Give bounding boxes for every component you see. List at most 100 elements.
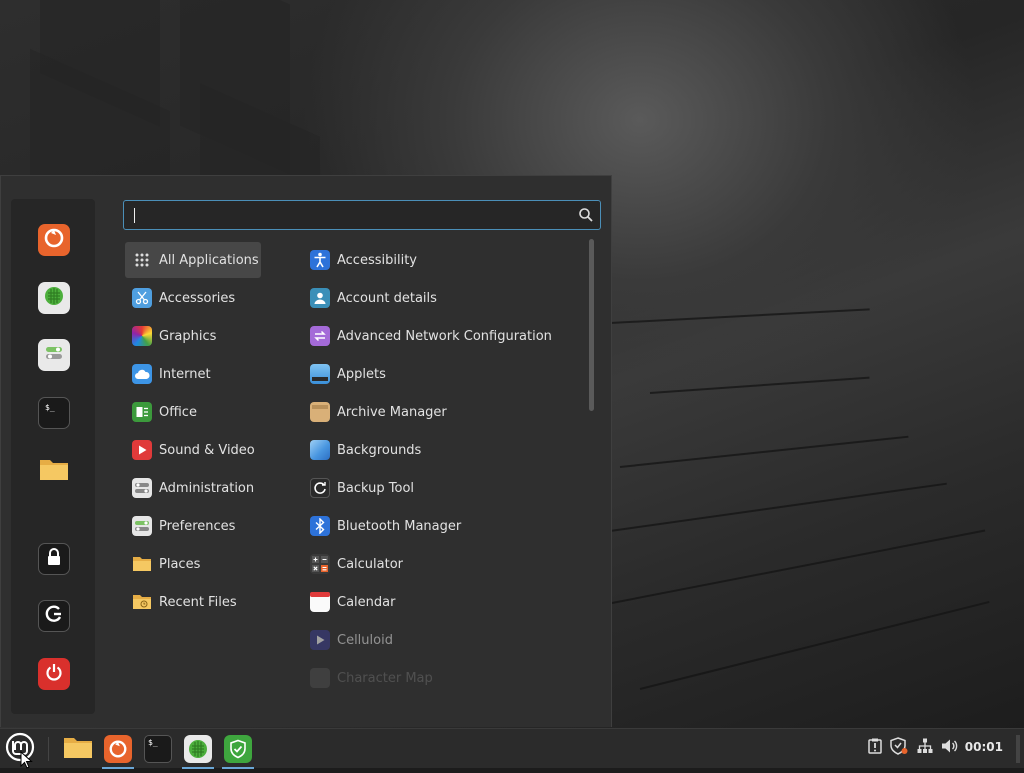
text-cursor [134, 208, 135, 223]
favorite-terminal[interactable]: $_ [38, 397, 70, 429]
recent-folder-icon [132, 592, 152, 612]
category-accessories[interactable]: Accessories [125, 280, 261, 316]
app-calendar[interactable]: Calendar [305, 584, 583, 620]
app-accessibility[interactable]: Accessibility [305, 242, 583, 278]
favorite-files[interactable] [38, 455, 70, 487]
app-celluloid[interactable]: Celluloid [305, 622, 583, 658]
web-browser-icon [43, 285, 65, 311]
category-office[interactable]: Office [125, 394, 261, 430]
office-icon [132, 402, 152, 422]
applets-icon [310, 364, 330, 384]
category-sound-video[interactable]: Sound & Video [125, 432, 261, 468]
network-config-icon [310, 326, 330, 346]
clock[interactable]: 00:01 [965, 740, 1003, 754]
cloud-icon [132, 364, 152, 384]
category-internet[interactable]: Internet [125, 356, 261, 392]
terminal-icon: $_ [43, 400, 65, 426]
lock-icon [43, 546, 65, 572]
firefox-icon [43, 227, 65, 253]
graphics-icon [132, 326, 152, 346]
app-list-scrollbar[interactable] [589, 239, 594, 411]
category-label: Accessories [159, 290, 236, 306]
category-label: Office [159, 404, 197, 420]
running-indicator [182, 767, 214, 769]
taskbar-web-browser[interactable] [180, 731, 216, 769]
tray-network[interactable] [916, 738, 934, 758]
app-account-details[interactable]: Account details [305, 280, 583, 316]
calendar-icon [310, 592, 330, 612]
app-backup-tool[interactable]: Backup Tool [305, 470, 583, 506]
alert-clipboard-icon [867, 738, 883, 758]
category-label: Graphics [159, 328, 217, 344]
backgrounds-icon [310, 440, 330, 460]
folder-icon [63, 734, 93, 764]
terminal-icon: $_ [144, 735, 172, 763]
celluloid-icon [310, 630, 330, 650]
category-label: Administration [159, 480, 255, 496]
application-menu: $_ All Applications Accessories Graphics… [0, 175, 612, 727]
folder-icon [132, 554, 152, 574]
running-indicator [222, 767, 254, 769]
app-archive-manager[interactable]: Archive Manager [305, 394, 583, 430]
app-character-map[interactable]: Character Map [305, 660, 583, 696]
logout-icon [43, 603, 65, 629]
tray-notifications[interactable] [866, 738, 884, 758]
favorite-settings[interactable] [38, 339, 70, 371]
app-label: Celluloid [337, 632, 393, 648]
category-preferences[interactable]: Preferences [125, 508, 261, 544]
admin-icon [132, 478, 152, 498]
category-all-applications[interactable]: All Applications [125, 242, 261, 278]
character-map-icon [310, 668, 330, 688]
app-label: Archive Manager [337, 404, 447, 420]
app-label: Character Map [337, 670, 433, 686]
app-backgrounds[interactable]: Backgrounds [305, 432, 583, 468]
archive-icon [310, 402, 330, 422]
taskbar-separator [48, 737, 49, 761]
app-advanced-network-configuration[interactable]: Advanced Network Configuration [305, 318, 583, 354]
favorite-web-browser[interactable] [38, 282, 70, 314]
search-box[interactable] [123, 200, 601, 230]
taskbar-terminal[interactable]: $_ [140, 731, 176, 767]
web-browser-icon [184, 735, 212, 763]
app-applets[interactable]: Applets [305, 356, 583, 392]
preferences-icon [132, 516, 152, 536]
favorite-power[interactable] [38, 658, 70, 690]
taskbar-firefox[interactable] [100, 731, 136, 769]
bluetooth-icon [310, 516, 330, 536]
show-desktop-button[interactable] [1016, 735, 1020, 763]
app-label: Calculator [337, 556, 404, 572]
app-label: Backup Tool [337, 480, 415, 496]
grid-icon [132, 250, 152, 270]
shield-icon [224, 735, 252, 763]
category-administration[interactable]: Administration [125, 470, 261, 506]
taskbar: $_ 00:01 [0, 728, 1024, 769]
network-icon [917, 738, 933, 758]
taskbar-update-manager[interactable] [220, 731, 256, 769]
search-icon[interactable] [578, 207, 594, 223]
calculator-icon [310, 554, 330, 574]
shield-alert-icon [890, 737, 908, 759]
account-icon [310, 288, 330, 308]
power-icon [43, 661, 65, 687]
category-places[interactable]: Places [125, 546, 261, 582]
volume-icon [941, 738, 959, 758]
app-calculator[interactable]: Calculator [305, 546, 583, 582]
scissors-icon [132, 288, 152, 308]
favorite-firefox[interactable] [38, 224, 70, 256]
tray-update-manager[interactable] [890, 737, 908, 759]
favorite-lock-screen[interactable] [38, 543, 70, 575]
firefox-icon [104, 735, 132, 763]
app-label: Backgrounds [337, 442, 422, 458]
category-label: Recent Files [159, 594, 237, 610]
svg-text:$_: $_ [148, 738, 158, 747]
taskbar-files[interactable] [60, 731, 96, 767]
favorite-logout[interactable] [38, 600, 70, 632]
app-label: Applets [337, 366, 386, 382]
app-label: Bluetooth Manager [337, 518, 462, 534]
search-input[interactable] [130, 205, 574, 227]
category-graphics[interactable]: Graphics [125, 318, 261, 354]
tray-volume[interactable] [941, 739, 959, 757]
category-recent-files[interactable]: Recent Files [125, 584, 261, 620]
category-label: Preferences [159, 518, 236, 534]
app-bluetooth-manager[interactable]: Bluetooth Manager [305, 508, 583, 544]
